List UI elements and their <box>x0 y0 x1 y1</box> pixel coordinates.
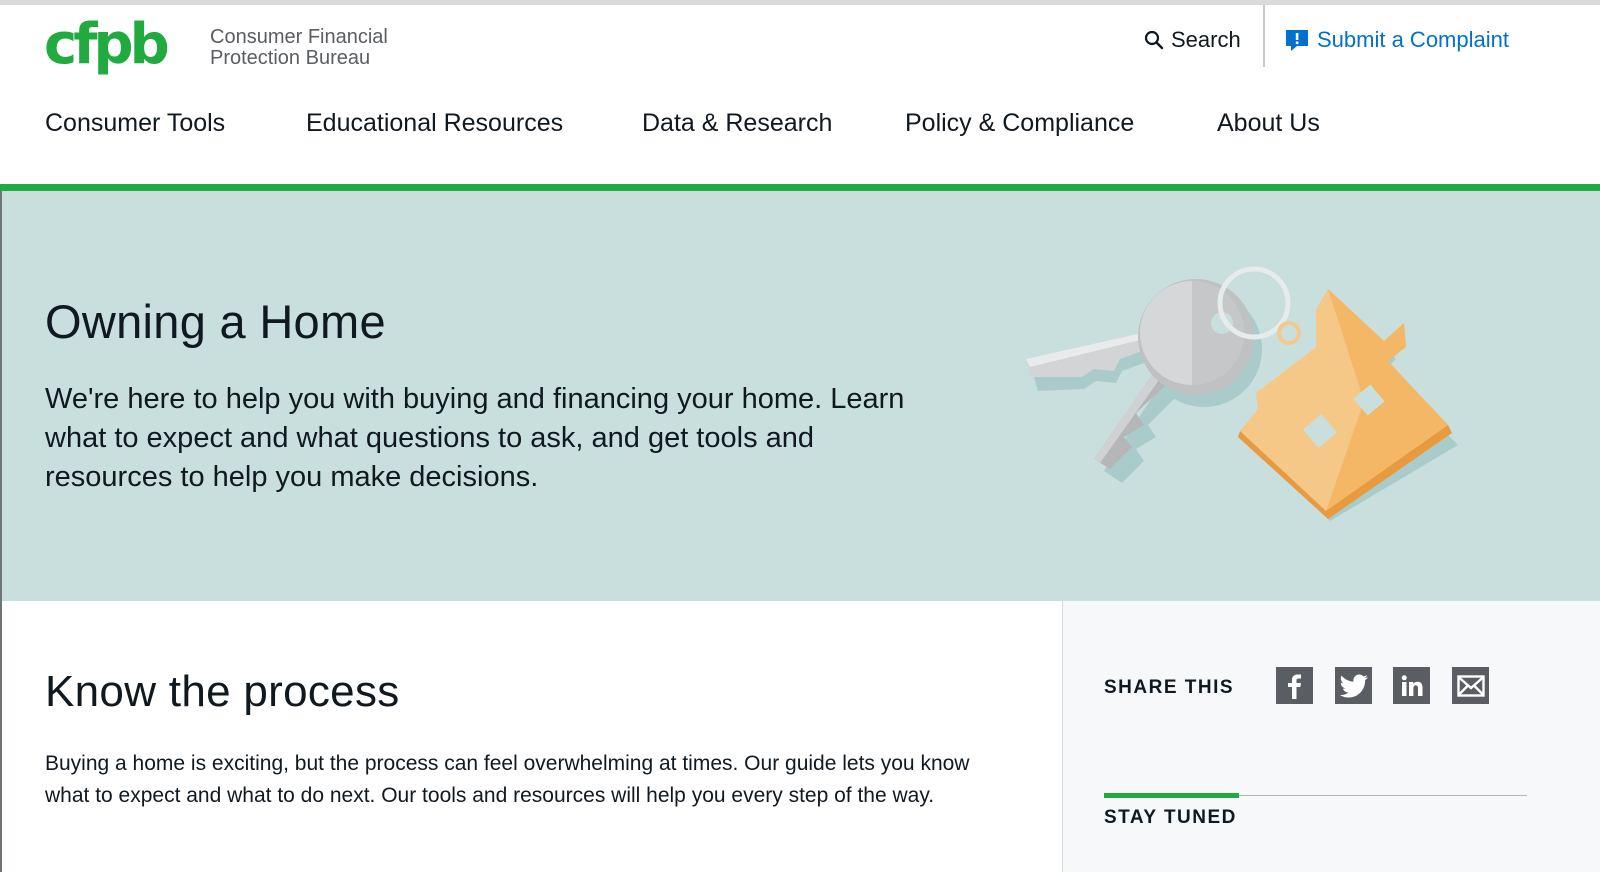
search-label: Search <box>1171 27 1241 52</box>
complaint-bubble-icon <box>1286 30 1308 51</box>
header-accent-bar <box>0 184 1600 191</box>
logo-letters: cfpb <box>44 12 168 77</box>
share-email-button[interactable] <box>1452 667 1489 704</box>
hero-description: We're here to help you with buying and f… <box>45 383 905 493</box>
nav-item-policy-compliance[interactable]: Policy & Compliance <box>905 109 1134 138</box>
page-title: Owning a Home <box>45 295 386 348</box>
nav-item-educational-resources[interactable]: Educational Resources <box>306 109 563 138</box>
email-icon <box>1456 674 1485 697</box>
section-heading: Know the process <box>45 667 400 716</box>
sidebar: SHARE THIS STAY TUNED <box>1062 601 1600 872</box>
twitter-icon <box>1339 674 1368 697</box>
share-label: SHARE THIS <box>1104 677 1235 698</box>
complaint-label: Submit a Complaint <box>1317 27 1509 52</box>
search-button[interactable]: Search <box>1144 25 1241 55</box>
search-icon <box>1144 30 1164 50</box>
agency-name-line1: Consumer Financial <box>210 26 388 48</box>
nav-item-about-us[interactable]: About Us <box>1217 109 1320 138</box>
main-content: Know the process Buying a home is exciti… <box>2 601 1062 872</box>
house-icon <box>1238 289 1452 519</box>
stay-tuned-label: STAY TUNED <box>1104 807 1237 828</box>
cfpb-logo-mark: cfpb <box>44 12 172 77</box>
share-linkedin-button[interactable] <box>1393 667 1430 704</box>
hero-banner: Owning a Home We're here to help you wit… <box>2 191 1600 601</box>
facebook-icon <box>1287 674 1301 699</box>
house-keys-illustration <box>1026 266 1458 521</box>
header-divider <box>1263 5 1265 67</box>
share-facebook-button[interactable] <box>1276 667 1313 704</box>
share-twitter-button[interactable] <box>1335 667 1372 704</box>
site-header: cfpb Consumer Financial Protection Burea… <box>0 5 1600 184</box>
nav-item-data-research[interactable]: Data & Research <box>642 109 832 138</box>
agency-name-line2: Protection Bureau <box>210 47 371 69</box>
submit-complaint-link[interactable]: Submit a Complaint <box>1285 25 1509 55</box>
stay-tuned-accent <box>1104 793 1239 798</box>
section-body: Buying a home is exciting, but the proce… <box>45 752 970 807</box>
linkedin-icon <box>1401 674 1422 696</box>
cfpb-logo[interactable]: cfpb Consumer Financial Protection Burea… <box>44 11 388 86</box>
agency-name: Consumer Financial Protection Bureau <box>210 27 388 69</box>
nav-item-consumer-tools[interactable]: Consumer Tools <box>45 109 225 138</box>
